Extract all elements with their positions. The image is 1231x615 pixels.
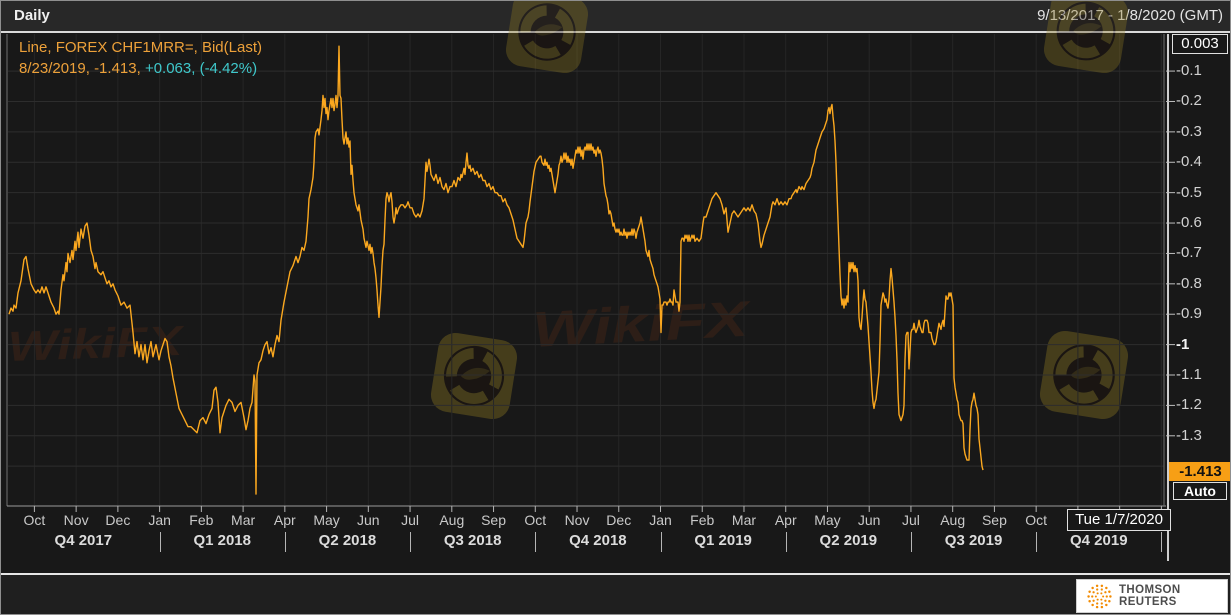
y-axis-tick-label: -0.9 bbox=[1176, 305, 1202, 323]
y-axis-tick-label: -1.1 bbox=[1176, 366, 1202, 383]
y-axis-tick-label: -0.2 bbox=[1176, 92, 1202, 110]
month-label: Mar bbox=[231, 512, 256, 528]
page-title: Daily bbox=[14, 7, 50, 24]
quarter-separator bbox=[1036, 532, 1038, 552]
legend-cursor-change: +0.063, (-4.42%) bbox=[144, 60, 258, 77]
y-axis-tick-label: -0.3 bbox=[1176, 122, 1202, 140]
quarter-separator bbox=[660, 532, 662, 552]
y-axis-tick-label: -1.3 bbox=[1176, 426, 1202, 444]
month-label: Dec bbox=[105, 512, 131, 528]
price-line bbox=[8, 45, 984, 495]
quarter-label: Q3 2019 bbox=[944, 532, 1003, 549]
y-axis-tick-label: -0.6 bbox=[1176, 214, 1202, 232]
month-label: Jul bbox=[401, 512, 419, 528]
month-label: Jul bbox=[901, 512, 920, 528]
y-axis-tick-label: -1 bbox=[1176, 335, 1190, 353]
month-label: Sep bbox=[981, 512, 1007, 528]
month-label: Aug bbox=[439, 512, 465, 528]
month-label: May bbox=[814, 512, 841, 528]
month-label: Apr bbox=[273, 512, 296, 528]
legend-series-label: Line, FOREX CHF1MRR=, Bid(Last) bbox=[19, 39, 262, 56]
quarter-separator bbox=[910, 532, 912, 552]
month-label: Dec bbox=[606, 512, 632, 528]
date-range-label: 9/13/2017 - 1/8/2020 (GMT) bbox=[1037, 7, 1223, 24]
y-axis-tick-label: -0.5 bbox=[1176, 183, 1202, 201]
y-axis-high-box: 0.003 bbox=[1172, 34, 1228, 54]
month-label: Jan bbox=[148, 512, 171, 528]
quarter-label: Q3 2018 bbox=[443, 532, 502, 549]
legend-cursor-date-value: 8/23/2019, -1.413, bbox=[19, 60, 145, 77]
y-axis-tick-label: -1.2 bbox=[1176, 396, 1202, 414]
month-label: Oct bbox=[1025, 512, 1048, 528]
quarter-label: Q4 2017 bbox=[54, 532, 113, 549]
quarter-label: Q2 2019 bbox=[819, 532, 878, 549]
quarter-label: Q1 2018 bbox=[193, 532, 251, 549]
thomson-reuters-logo-icon bbox=[1087, 584, 1112, 608]
thomson-reuters-wordmark: THOMSON REUTERS bbox=[1119, 584, 1181, 608]
quarter-label: Q2 2018 bbox=[318, 532, 377, 549]
month-label: Apr bbox=[774, 512, 797, 528]
quarter-separator bbox=[284, 532, 286, 552]
month-label: Oct bbox=[23, 512, 46, 528]
legend-cursor-readout: 8/23/2019, -1.413, +0.063, (-4.42%) bbox=[19, 58, 262, 79]
quarter-separator bbox=[410, 532, 412, 552]
y-axis-tick-label: -0.7 bbox=[1176, 244, 1202, 262]
header-bar: Daily 9/13/2017 - 1/8/2020 (GMT) bbox=[1, 1, 1230, 31]
quarter-label: Q4 2018 bbox=[569, 532, 627, 549]
month-label: Nov bbox=[63, 512, 89, 528]
month-label: Aug bbox=[940, 512, 966, 528]
month-label: May bbox=[313, 512, 340, 528]
month-label: Jun bbox=[857, 512, 881, 528]
month-label: Feb bbox=[189, 512, 214, 528]
month-label: Feb bbox=[690, 512, 715, 528]
y-axis-tick-label: -0.4 bbox=[1176, 153, 1202, 171]
quarter-label: Q1 2019 bbox=[694, 532, 752, 549]
legend: Line, FOREX CHF1MRR=, Bid(Last) 8/23/201… bbox=[19, 37, 262, 79]
header-divider bbox=[1, 31, 1230, 33]
month-label: Jan bbox=[649, 512, 672, 528]
quarter-separator bbox=[159, 532, 161, 552]
quarter-separator bbox=[1161, 532, 1163, 552]
y-axis-tick-label: -0.8 bbox=[1176, 274, 1202, 292]
chart-window: Daily 9/13/2017 - 1/8/2020 (GMT) WikiFX … bbox=[0, 0, 1231, 615]
month-label: Jun bbox=[357, 512, 380, 528]
x-axis-end-date-box[interactable]: Tue 1/7/2020 bbox=[1067, 509, 1171, 531]
thomson-reuters-badge: THOMSON REUTERS bbox=[1076, 579, 1228, 613]
auto-scale-button[interactable]: Auto bbox=[1173, 482, 1227, 500]
quarter-separator bbox=[535, 532, 537, 552]
quarter-separator bbox=[785, 532, 787, 552]
month-label: Oct bbox=[524, 512, 547, 528]
y-axis-tick-label: -0.1 bbox=[1176, 62, 1202, 80]
y-axis-last-value-box: -1.413 bbox=[1169, 462, 1230, 481]
month-label: Sep bbox=[481, 512, 506, 528]
quarter-label: Q4 2019 bbox=[1069, 532, 1128, 549]
month-label: Nov bbox=[564, 512, 590, 528]
panel-bottom-divider bbox=[1, 573, 1230, 575]
month-label: Mar bbox=[731, 512, 757, 528]
